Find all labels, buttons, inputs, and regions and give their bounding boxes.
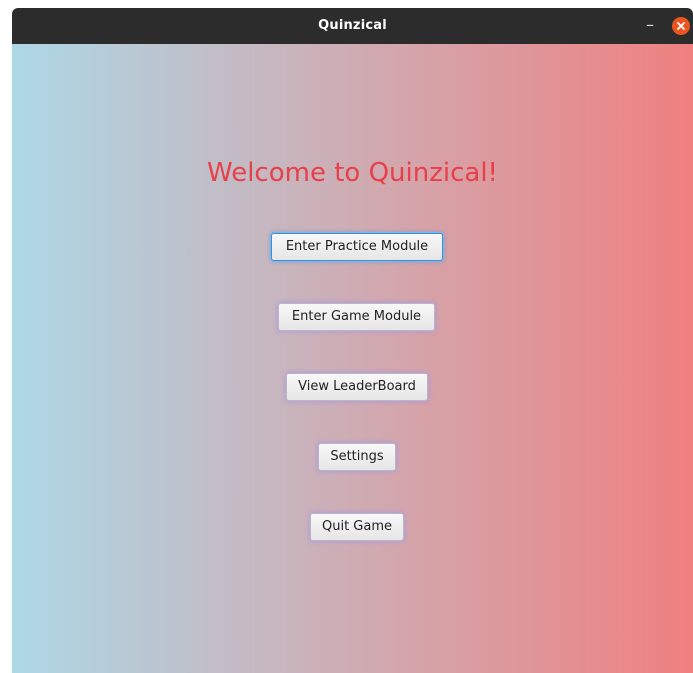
close-icon[interactable] [672, 17, 690, 35]
app-window: Quinzical – Welcome to Quinzical! Enter … [12, 8, 693, 673]
quit-game-button[interactable]: Quit Game [310, 513, 404, 541]
window-title: Quinzical [318, 18, 387, 33]
welcome-heading: Welcome to Quinzical! [207, 158, 498, 188]
view-leaderboard-button[interactable]: View LeaderBoard [286, 373, 428, 401]
title-bar[interactable]: Quinzical – [12, 8, 693, 44]
settings-button[interactable]: Settings [318, 443, 396, 471]
enter-practice-module-button[interactable]: Enter Practice Module [271, 233, 443, 261]
minimize-icon[interactable]: – [641, 17, 659, 35]
enter-game-module-button[interactable]: Enter Game Module [278, 303, 435, 331]
main-menu-panel: Welcome to Quinzical! Enter Practice Mod… [12, 44, 693, 673]
